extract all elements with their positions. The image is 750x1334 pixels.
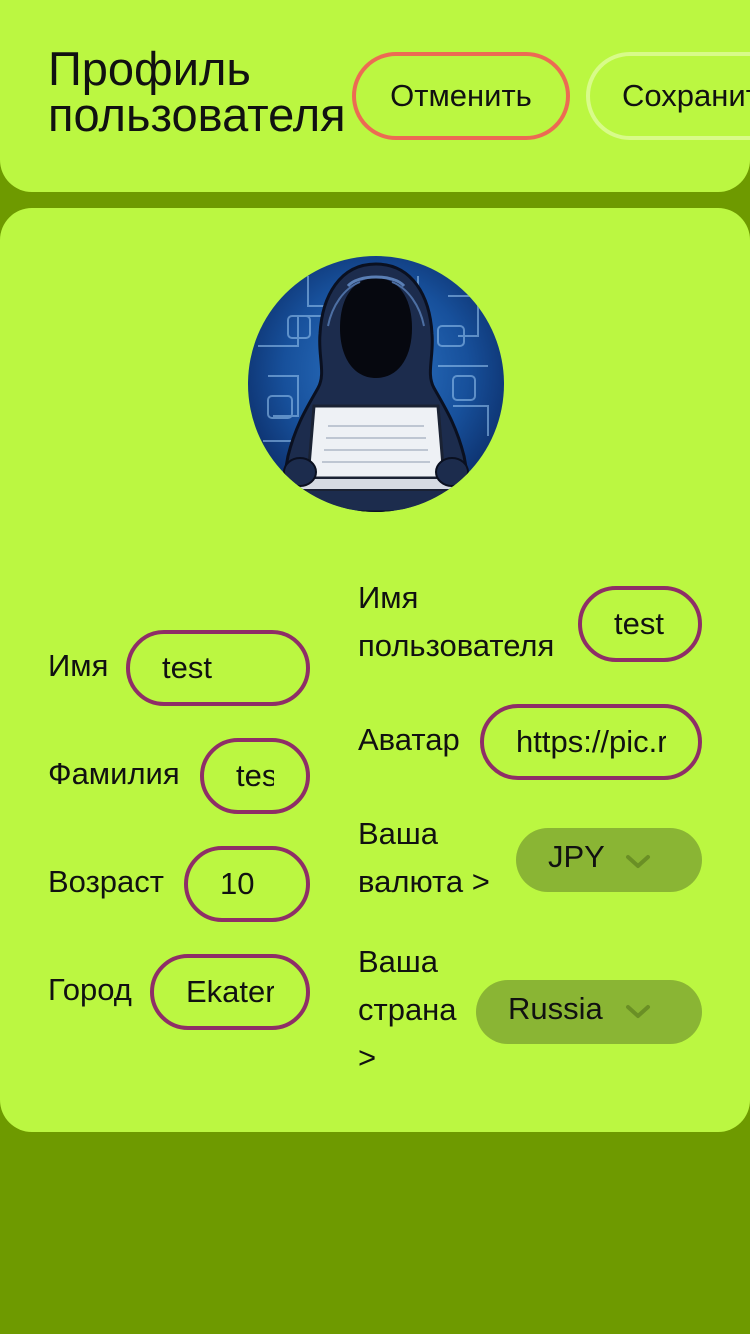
country-label-line2: страна — [358, 992, 457, 1027]
hacker-avatar-icon — [248, 256, 504, 512]
username-input[interactable] — [578, 586, 702, 662]
avatar-url-input[interactable] — [480, 704, 702, 780]
page-title-line2: пользователя — [48, 88, 346, 141]
profile-card: Имя Фамилия Возраст Город Имя пользовате… — [0, 208, 750, 1132]
page-title: Профиль пользователя — [48, 45, 346, 141]
chevron-down-icon — [626, 1005, 650, 1018]
currency-select-value: JPY — [548, 839, 605, 874]
avatar — [248, 256, 504, 512]
country-label-line1: Ваша — [358, 944, 439, 979]
last-name-label: Фамилия — [48, 756, 180, 791]
currency-label-line1: Ваша — [358, 816, 439, 851]
avatar-url-label: Аватар — [358, 722, 460, 757]
first-name-input[interactable] — [126, 630, 310, 706]
save-button[interactable]: Сохранить — [586, 52, 750, 140]
currency-label-line2: валюта > — [358, 864, 490, 899]
cancel-button[interactable]: Отменить — [352, 52, 570, 140]
currency-label: Ваша валюта > — [358, 810, 490, 906]
header-card: Профиль пользователя Отменить Сохранить — [0, 0, 750, 192]
first-name-label: Имя — [48, 648, 109, 683]
username-label-line1: Имя — [358, 580, 419, 615]
username-label: Имя пользователя — [358, 574, 554, 670]
city-input[interactable] — [150, 954, 310, 1030]
username-label-line2: пользователя — [358, 628, 555, 663]
country-label: Ваша страна > — [358, 938, 457, 1082]
country-select[interactable]: Russia — [476, 980, 702, 1044]
country-label-line3: > — [358, 1040, 377, 1075]
chevron-down-icon — [626, 855, 650, 868]
age-input[interactable] — [184, 846, 310, 922]
city-label: Город — [48, 972, 132, 1007]
currency-select[interactable]: JPY — [516, 828, 702, 892]
country-select-value: Russia — [508, 991, 603, 1026]
last-name-input[interactable] — [200, 738, 310, 814]
age-label: Возраст — [48, 864, 164, 899]
